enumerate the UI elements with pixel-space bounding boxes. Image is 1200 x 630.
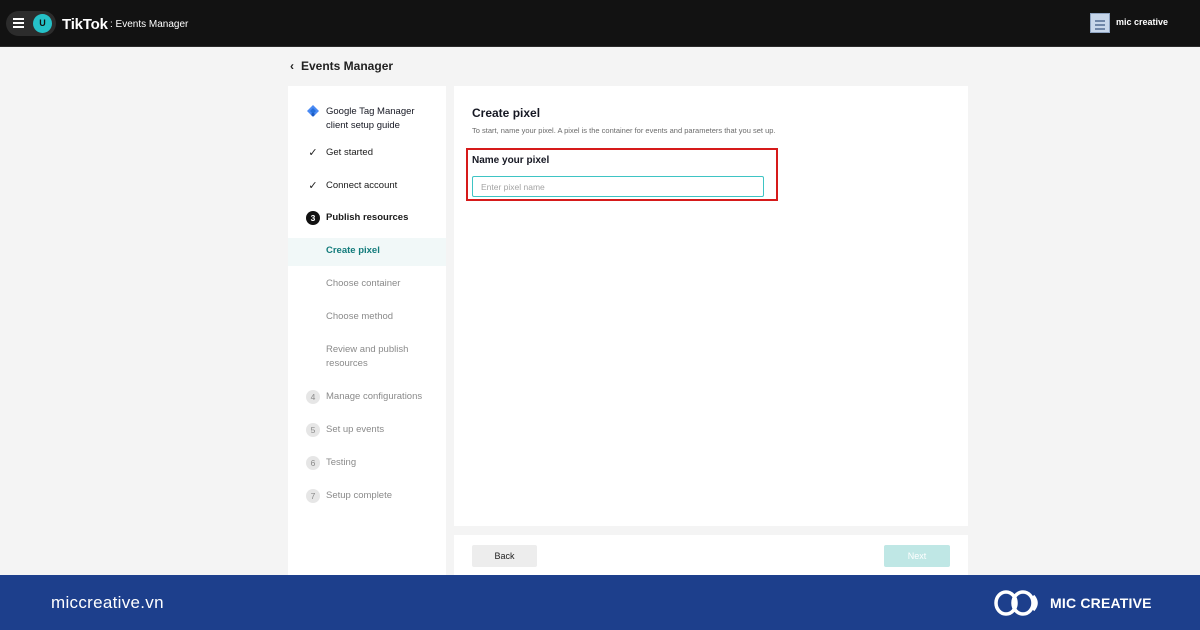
check-icon: ✓ (308, 147, 318, 159)
step-number-badge: 5 (306, 423, 320, 437)
check-icon: ✓ (308, 180, 318, 192)
mic-creative-logo-icon (994, 590, 1038, 616)
substep-review-publish-line1[interactable]: Review and publish (326, 343, 408, 357)
substep-choose-method[interactable]: Choose method (326, 310, 393, 324)
step-number-badge: 4 (306, 390, 320, 404)
tiktok-logo[interactable]: TikTok (62, 16, 108, 33)
guide-title-line2: client setup guide (326, 120, 400, 131)
step-label: Publish resources (326, 212, 409, 223)
substep-review-publish-line2[interactable]: resources (326, 357, 368, 371)
substep-label: Create pixel (326, 245, 380, 256)
google-tag-manager-icon (307, 105, 319, 117)
product-name: : Events Manager (110, 19, 189, 30)
step-label: Testing (326, 457, 357, 468)
step-label: Get started (326, 147, 373, 158)
back-to-events-manager[interactable]: ‹ Events Manager (290, 59, 393, 73)
wizard-footer: Back Next (454, 535, 968, 575)
next-button[interactable]: Next (884, 545, 950, 567)
step-label: Setup complete (326, 490, 393, 501)
step-get-started[interactable]: ✓ Get started (288, 146, 446, 160)
account-avatar-icon (1090, 13, 1110, 33)
step-publish-resources[interactable]: 3 Publish resources (288, 211, 446, 225)
page-description: To start, name your pixel. A pixel is th… (472, 126, 776, 135)
pixel-name-label: Name your pixel (472, 155, 550, 166)
account-switcher[interactable]: mic creative (1090, 13, 1200, 35)
step-testing[interactable]: 6 Testing (288, 456, 446, 470)
hamburger-icon (13, 18, 24, 28)
page-title: Create pixel (472, 106, 541, 120)
user-avatar: U (33, 14, 52, 33)
step-connect-account[interactable]: ✓ Connect account (288, 179, 446, 193)
step-manage-configurations[interactable]: 4 Manage configurations (288, 390, 446, 404)
step-set-up-events[interactable]: 5 Set up events (288, 423, 446, 437)
top-bar: U TikTok : Events Manager mic creative (0, 0, 1200, 47)
substep-create-pixel[interactable]: Create pixel (288, 238, 446, 266)
step-number-badge: 3 (306, 211, 320, 225)
step-setup-complete[interactable]: 7 Setup complete (288, 489, 446, 503)
account-name: mic creative (1116, 17, 1169, 27)
setup-steps-sidebar: Google Tag Manager client setup guide ✓ … (288, 86, 446, 575)
step-label: Manage configurations (326, 391, 423, 402)
substep-choose-container[interactable]: Choose container (326, 277, 400, 291)
breadcrumb-label: Events Manager (301, 59, 394, 73)
step-number-badge: 7 (306, 489, 320, 503)
step-label: Set up events (326, 424, 385, 435)
back-button[interactable]: Back (472, 545, 537, 567)
brand-name: MIC CREATIVE (1050, 595, 1152, 611)
menu-button[interactable]: U (6, 11, 56, 36)
step-label: Connect account (326, 180, 398, 191)
step-number-badge: 6 (306, 456, 320, 470)
website-url: miccreative.vn (51, 593, 164, 612)
pixel-name-input[interactable] (472, 176, 764, 197)
brand-banner: miccreative.vn MIC CREATIVE (0, 575, 1200, 630)
chevron-left-icon: ‹ (290, 59, 294, 73)
